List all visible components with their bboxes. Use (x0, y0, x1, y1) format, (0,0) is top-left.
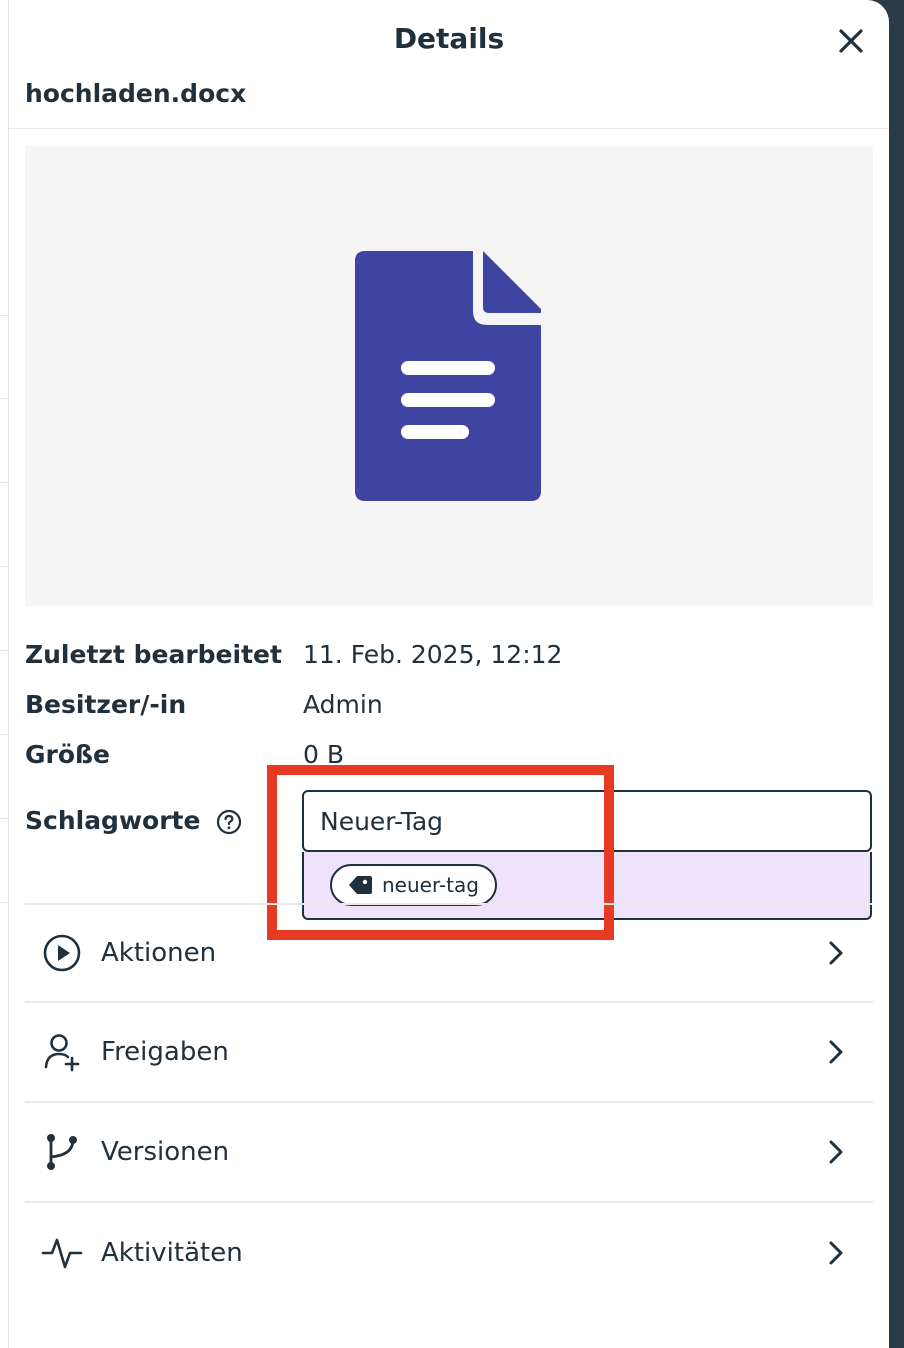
nav-label-actions: Aktionen (101, 938, 217, 968)
help-icon[interactable] (216, 809, 242, 835)
panel-title: Details (393, 22, 505, 55)
play-circle-icon (43, 934, 81, 972)
user-plus-icon (44, 1034, 80, 1072)
document-icon (355, 251, 541, 501)
nav-item-versions[interactable]: Versionen (25, 1103, 873, 1201)
modified-label: Zuletzt bearbeitet (25, 640, 282, 669)
activity-icon (41, 1238, 83, 1269)
section-divider (25, 1201, 873, 1203)
close-icon[interactable] (837, 27, 865, 55)
chevron-right-icon (829, 941, 843, 965)
git-branch-icon (47, 1134, 77, 1170)
nav-label-shares: Freigaben (101, 1037, 229, 1067)
nav-label-activities: Aktivitäten (101, 1238, 243, 1268)
chevron-right-icon (829, 1140, 843, 1164)
size-row: Größe (25, 740, 110, 769)
nav-item-actions[interactable]: Aktionen (25, 904, 873, 1002)
details-panel: Details hochladen.docx Zuletzt bearbeite… (8, 0, 889, 1348)
nav-item-shares[interactable]: Freigaben (25, 1003, 873, 1101)
size-label: Größe (25, 740, 110, 769)
owner-row: Besitzer/-in (25, 690, 186, 719)
modified-value: 11. Feb. 2025, 12:12 (303, 640, 563, 669)
owner-label: Besitzer/-in (25, 690, 187, 719)
tags-row: Schlagworte (25, 806, 242, 835)
owner-value: Admin (303, 690, 383, 719)
nav-label-versions: Versionen (101, 1137, 230, 1167)
header-divider (9, 128, 889, 129)
background-file-list (0, 0, 8, 1348)
tags-label: Schlagworte (25, 806, 201, 835)
nav-item-activities[interactable]: Aktivitäten (25, 1204, 873, 1302)
file-name: hochladen.docx (25, 79, 247, 108)
file-preview (25, 146, 873, 606)
chevron-right-icon (829, 1241, 843, 1265)
modified-row: Zuletzt bearbeitet (25, 640, 282, 669)
chevron-right-icon (829, 1040, 843, 1064)
